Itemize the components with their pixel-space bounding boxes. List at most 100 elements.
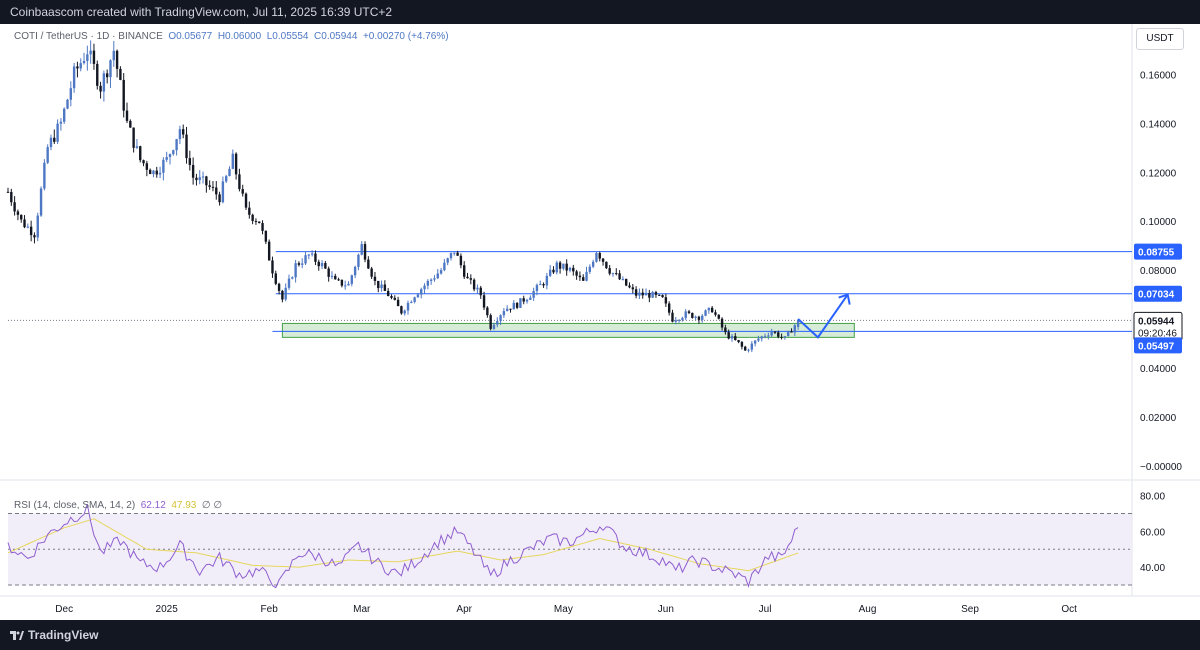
candle	[582, 274, 585, 282]
candle-body	[469, 278, 473, 280]
time-tick-label: Oct	[1061, 604, 1077, 615]
price-label-support: 0.05497	[1138, 341, 1175, 352]
tradingview-brand: TradingView	[28, 628, 99, 642]
candle-body	[717, 314, 720, 319]
candle	[654, 290, 658, 298]
time-tick-label: Aug	[859, 604, 877, 615]
currency-unit-button[interactable]: USDT	[1136, 28, 1184, 50]
candle-body	[277, 283, 281, 291]
candle-body	[36, 215, 39, 238]
candle	[618, 270, 621, 281]
candle-body	[132, 127, 135, 148]
candle	[439, 267, 443, 275]
candle-body	[654, 292, 658, 295]
rsi-tick-label: 80.00	[1140, 492, 1165, 503]
candle	[694, 315, 697, 321]
candle	[628, 282, 631, 289]
candle-body	[634, 289, 638, 296]
candle	[641, 288, 644, 299]
candle-body	[205, 176, 208, 186]
candle	[63, 107, 66, 124]
candle-body	[565, 263, 568, 271]
candle-body	[436, 273, 439, 279]
candle-body	[119, 68, 122, 80]
candle	[198, 170, 201, 185]
candle-body	[43, 162, 46, 189]
chart-canvas[interactable]: 0.16000 0.14000 0.12000 0.10000 0.08000 0.040…	[0, 24, 1200, 620]
candle-body	[767, 335, 770, 337]
rsi-legend[interactable]: RSI (14, close, SMA, 14, 2) 62.12 47.93 …	[14, 500, 222, 511]
candle	[347, 281, 350, 286]
candle-body	[734, 336, 737, 341]
candle	[515, 302, 519, 310]
candle	[314, 250, 317, 265]
rsi-title[interactable]: RSI (14, close, SMA, 14, 2)	[14, 500, 135, 511]
candle	[406, 300, 410, 315]
candle	[142, 159, 145, 167]
candle-body	[310, 253, 314, 255]
candle-body	[687, 311, 691, 313]
candle-body	[317, 261, 320, 267]
candle	[102, 70, 106, 102]
candle-body	[522, 298, 525, 302]
candle-body	[281, 290, 284, 300]
candle	[36, 212, 39, 242]
candle	[277, 282, 281, 295]
candle-body	[486, 307, 489, 316]
candle-body	[638, 292, 641, 296]
candle	[122, 73, 125, 118]
candle-body	[244, 193, 248, 208]
candle-body	[191, 164, 195, 178]
candle-body	[631, 287, 635, 290]
candle-body	[651, 292, 654, 298]
candle	[648, 290, 651, 303]
candle-body	[393, 297, 396, 300]
candle	[687, 309, 691, 315]
candle-body	[727, 332, 730, 339]
candle	[185, 126, 188, 164]
candle-body	[443, 262, 446, 271]
candle-body	[601, 258, 605, 262]
candle-body	[115, 50, 119, 69]
candle	[178, 125, 182, 145]
candle	[753, 340, 757, 347]
candle	[396, 296, 400, 307]
candle-body	[710, 307, 714, 313]
candle-body	[294, 263, 297, 278]
candle-body	[720, 318, 724, 328]
price-tick-label: 0.10000	[1140, 217, 1177, 228]
candle	[373, 271, 377, 286]
candle-body	[155, 170, 158, 175]
candle	[310, 250, 314, 257]
candle-body	[13, 202, 16, 212]
footer-bar: TradingView	[0, 620, 1200, 650]
rsi-value: 62.12	[140, 500, 166, 511]
candle-body	[499, 315, 502, 322]
candle-body	[611, 273, 615, 275]
candle	[105, 69, 109, 84]
candle-body	[426, 280, 430, 286]
candle-body	[20, 214, 23, 220]
symbol-name[interactable]: COTI / TetherUS · 1D · BINANCE	[14, 31, 163, 42]
candle	[555, 260, 558, 275]
candle-body	[482, 295, 486, 308]
candle	[23, 215, 26, 229]
candle	[740, 340, 744, 350]
candle	[56, 119, 59, 144]
symbol-legend[interactable]: COTI / TetherUS · 1D · BINANCE O0.05677 …	[14, 31, 449, 42]
candle-body	[10, 191, 13, 203]
candle-body	[327, 268, 330, 277]
candle-body	[353, 266, 357, 276]
candle-body	[463, 265, 466, 277]
candle-body	[383, 284, 387, 291]
candle	[486, 306, 489, 318]
candle	[737, 339, 740, 344]
chart-panel[interactable]: 0.16000 0.14000 0.12000 0.10000 0.08000 0.040…	[0, 24, 1200, 620]
candle-body	[671, 312, 674, 322]
candle	[317, 259, 320, 271]
candle-body	[320, 263, 324, 267]
candle	[423, 283, 426, 294]
candle	[548, 265, 552, 278]
candle	[267, 239, 271, 261]
candle	[707, 307, 711, 314]
